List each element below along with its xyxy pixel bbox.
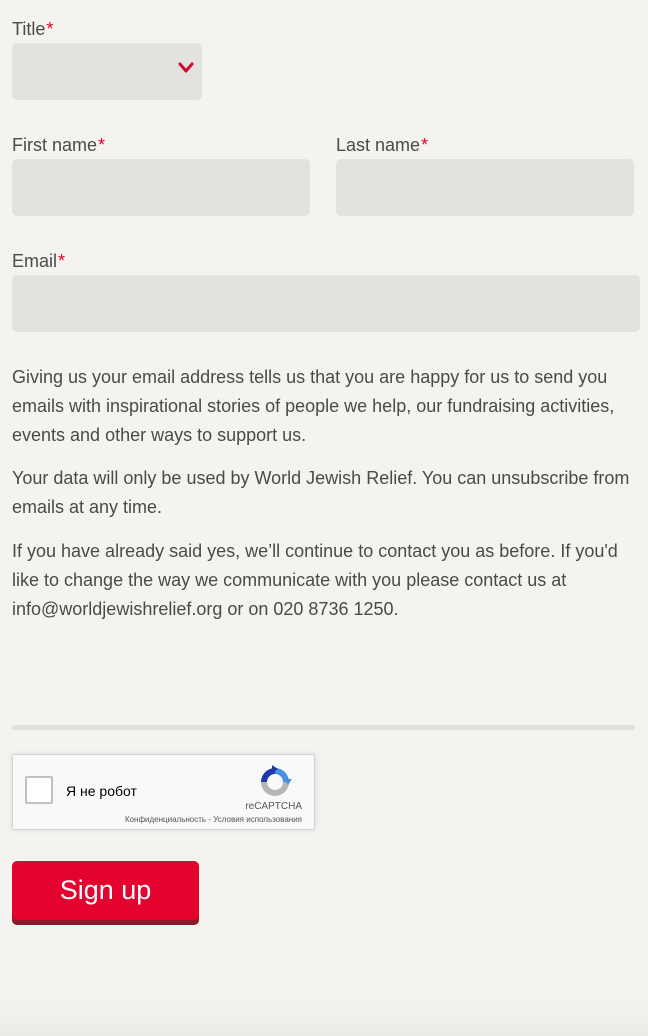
required-marker: * <box>46 19 54 39</box>
first-name-label: First name* <box>12 135 105 155</box>
email-field[interactable] <box>12 275 640 332</box>
consent-paragraph-1: Giving us your email address tells us th… <box>12 367 615 445</box>
recaptcha-checkbox[interactable] <box>25 776 53 804</box>
recaptcha-label: Я не робот <box>66 783 137 799</box>
divider <box>12 725 635 730</box>
recaptcha-terms-link[interactable]: Условия использования <box>213 815 302 824</box>
title-label: Title* <box>12 19 53 39</box>
required-marker: * <box>421 135 429 155</box>
consent-paragraph-2: Your data will only be used by World Jew… <box>12 468 630 517</box>
consent-paragraph-3: If you have already said yes, we’ll cont… <box>12 541 618 619</box>
recaptcha-privacy-link[interactable]: Конфиденциальность <box>125 815 206 824</box>
email-label-text: Email <box>12 251 58 271</box>
last-name-label-text: Last name <box>336 135 421 155</box>
title-label-text: Title <box>12 19 46 39</box>
page-bottom-fade <box>0 995 648 1036</box>
email-label: Email* <box>12 251 65 271</box>
title-select[interactable] <box>12 43 202 100</box>
last-name-label: Last name* <box>336 135 428 155</box>
last-name-field[interactable] <box>336 159 634 216</box>
required-marker: * <box>98 135 106 155</box>
recaptcha-links: Конфиденциальность - Условия использован… <box>125 815 302 824</box>
first-name-field[interactable] <box>12 159 310 216</box>
recaptcha-brand: reCAPTCHA <box>245 801 302 812</box>
recaptcha-widget: Я не робот reCAPTCHA Конфиденциальность … <box>12 754 315 830</box>
required-marker: * <box>58 251 66 271</box>
recaptcha-logo-icon <box>261 765 292 796</box>
chevron-down-icon <box>178 62 194 73</box>
sign-up-button[interactable]: Sign up <box>12 861 199 920</box>
first-name-label-text: First name <box>12 135 98 155</box>
